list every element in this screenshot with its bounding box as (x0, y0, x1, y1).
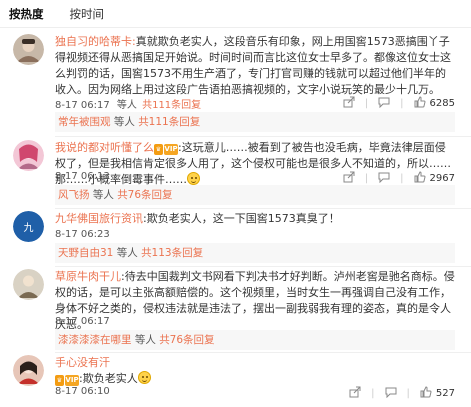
divider (55, 208, 471, 209)
share-icon[interactable] (349, 386, 361, 401)
avatar[interactable]: 九 (13, 211, 44, 242)
reply-preview-text: 等人 (134, 334, 156, 346)
comment-time: 8-17 06:10 (55, 386, 110, 397)
comment-time: 8-17 06:23 (55, 229, 110, 240)
thumbs-up-icon[interactable] (420, 386, 432, 401)
reply-preview-text: 等人 (116, 247, 138, 259)
divider (55, 266, 471, 267)
reply-preview[interactable]: 漆漆漆漆在哪里 等人 共76条回复 (55, 330, 455, 350)
like-count: 2967 (429, 173, 455, 184)
reply-preview-count[interactable]: 共76条回复 (117, 189, 172, 201)
divider: | (400, 173, 404, 184)
reply-preview-user[interactable]: 天野自由31 (58, 247, 113, 259)
sort-tabs: 按热度 按时间 (0, 0, 471, 28)
comment-time: 8-17 06:17 (55, 100, 110, 111)
tab-time[interactable]: 按时间 (70, 6, 105, 22)
divider (55, 136, 471, 137)
comment-meta: 8-17 06:10 | | 527 (55, 386, 455, 400)
comment-meta: 8-17 06:13 | | 2967 (55, 171, 455, 185)
emoji-icon (137, 371, 151, 384)
comment-username[interactable]: 九华佛国旅行资讯 (55, 212, 143, 225)
comment-username[interactable]: 手心没有汗 (55, 356, 110, 369)
comment-time: 8-17 06:13 (55, 171, 110, 182)
reply-preview-user[interactable]: 常年被围观 (58, 116, 111, 128)
comment-time: 8-17 06:17 (55, 316, 110, 327)
vip-badge: VIP (164, 144, 178, 155)
reply-preview[interactable]: 天野自由31 等人 共113条回复 (55, 243, 455, 263)
reply-preview[interactable]: 风飞扬 等人 共76条回复 (55, 185, 455, 205)
liked-by-text: 等人 (116, 100, 137, 111)
divider: | (400, 98, 404, 109)
avatar[interactable] (13, 269, 44, 300)
avatar[interactable] (13, 34, 44, 65)
avatar[interactable] (13, 355, 44, 386)
divider: | (364, 173, 369, 184)
level-badge: ♛ (154, 144, 163, 155)
reply-preview-user[interactable]: 漆漆漆漆在哪里 (58, 334, 132, 346)
comment-text: ♛ VIP:欺负老实人 (55, 371, 455, 387)
comment-meta: 8-17 06:17 (55, 316, 455, 330)
share-icon[interactable] (343, 96, 355, 111)
comment-icon[interactable] (385, 386, 397, 401)
like-count: 6285 (429, 98, 455, 109)
vip-badge: VIP (65, 375, 79, 386)
divider (55, 352, 471, 353)
tab-hot[interactable]: 按热度 (9, 6, 44, 22)
thumbs-up-icon[interactable] (414, 171, 426, 186)
avatar[interactable] (13, 140, 44, 171)
comment-username[interactable]: 独自习的哈蒂卡: (55, 35, 136, 48)
comment-username[interactable]: 我说的都对听懂了么 (55, 141, 154, 154)
comment-content: :欺负老实人 (79, 372, 138, 385)
comment-icon[interactable] (378, 96, 390, 111)
comment-meta: 8-17 06:23 (55, 229, 455, 243)
thumbs-up-icon[interactable] (414, 96, 426, 111)
comment-content: :欺负老实人，这一下国窖1573真臭了！ (143, 212, 340, 225)
reply-count-link[interactable]: 共111条回复 (142, 100, 201, 111)
comment-text: 手心没有汗 (55, 355, 455, 371)
reply-preview-count[interactable]: 共111条回复 (138, 116, 200, 128)
level-badge: ♛ (55, 375, 64, 386)
svg-text:九: 九 (24, 222, 34, 234)
divider: | (371, 388, 375, 399)
comment-username[interactable]: 草原牛肉干儿 (55, 270, 121, 283)
comment-text: 独自习的哈蒂卡:真就欺负老实人，这段音乐有印象，网上用国窖1573恶搞围丫子得视… (55, 34, 455, 98)
share-icon[interactable] (343, 171, 355, 186)
divider: | (364, 98, 369, 109)
reply-preview-text: 等人 (92, 189, 114, 201)
reply-preview-count[interactable]: 共76条回复 (159, 334, 214, 346)
reply-preview-user[interactable]: 风飞扬 (58, 189, 90, 201)
comment-meta: 8-17 06:17 等人 共111条回复 | | 6285 (55, 96, 455, 111)
reply-preview-count[interactable]: 共113条回复 (141, 247, 203, 259)
divider: | (406, 388, 410, 399)
comment-text: 九华佛国旅行资讯:欺负老实人，这一下国窖1573真臭了！ (55, 211, 455, 227)
reply-preview-text: 等人 (113, 116, 135, 128)
like-count: 527 (435, 388, 455, 399)
reply-preview[interactable]: 常年被围观 等人 共111条回复 (55, 112, 455, 132)
comment-icon[interactable] (378, 171, 390, 186)
liked-by-label: 等人 (117, 100, 137, 111)
